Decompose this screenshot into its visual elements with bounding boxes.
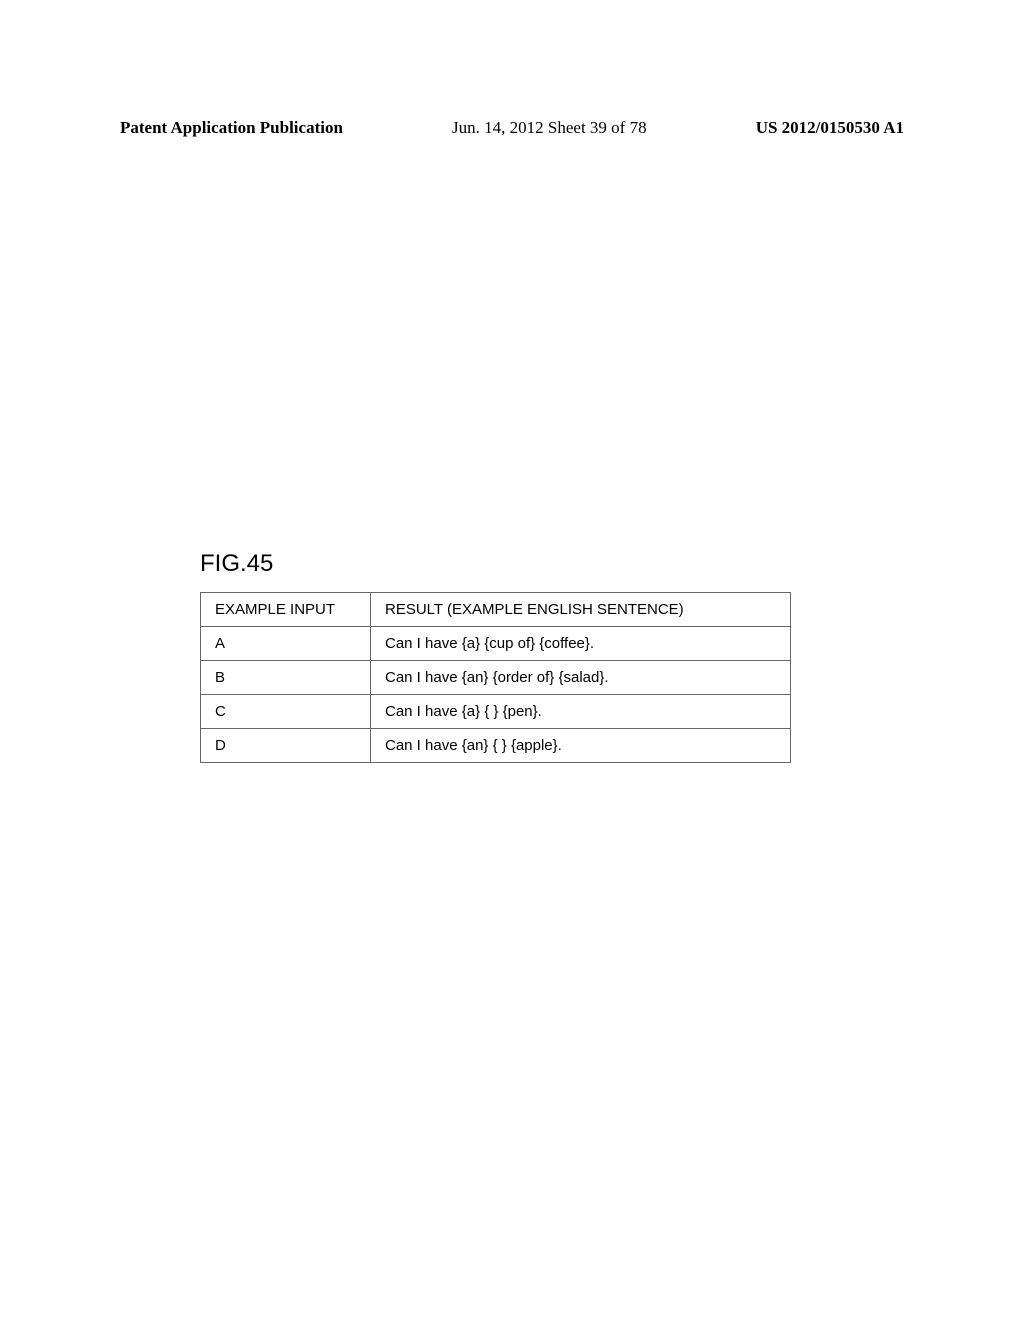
header-date-sheet: Jun. 14, 2012 Sheet 39 of 78 <box>452 118 647 138</box>
table-row: B Can I have {an} {order of} {salad}. <box>201 661 791 695</box>
cell-result: Can I have {an} {order of} {salad}. <box>371 661 791 695</box>
figure-label: FIG.45 <box>200 550 273 578</box>
cell-input: D <box>201 729 371 763</box>
table-row: A Can I have {a} {cup of} {coffee}. <box>201 627 791 661</box>
table-header-row: EXAMPLE INPUT RESULT (EXAMPLE ENGLISH SE… <box>201 593 791 627</box>
cell-result: Can I have {an} { } {apple}. <box>371 729 791 763</box>
page-header: Patent Application Publication Jun. 14, … <box>0 118 1024 138</box>
example-table: EXAMPLE INPUT RESULT (EXAMPLE ENGLISH SE… <box>200 592 791 763</box>
cell-result: Can I have {a} {cup of} {coffee}. <box>371 627 791 661</box>
header-example-input: EXAMPLE INPUT <box>201 593 371 627</box>
cell-input: C <box>201 695 371 729</box>
header-result: RESULT (EXAMPLE ENGLISH SENTENCE) <box>371 593 791 627</box>
header-publication: Patent Application Publication <box>120 118 343 138</box>
cell-input: B <box>201 661 371 695</box>
cell-input: A <box>201 627 371 661</box>
table-row: D Can I have {an} { } {apple}. <box>201 729 791 763</box>
table-row: C Can I have {a} { } {pen}. <box>201 695 791 729</box>
cell-result: Can I have {a} { } {pen}. <box>371 695 791 729</box>
header-patent-number: US 2012/0150530 A1 <box>756 118 904 138</box>
